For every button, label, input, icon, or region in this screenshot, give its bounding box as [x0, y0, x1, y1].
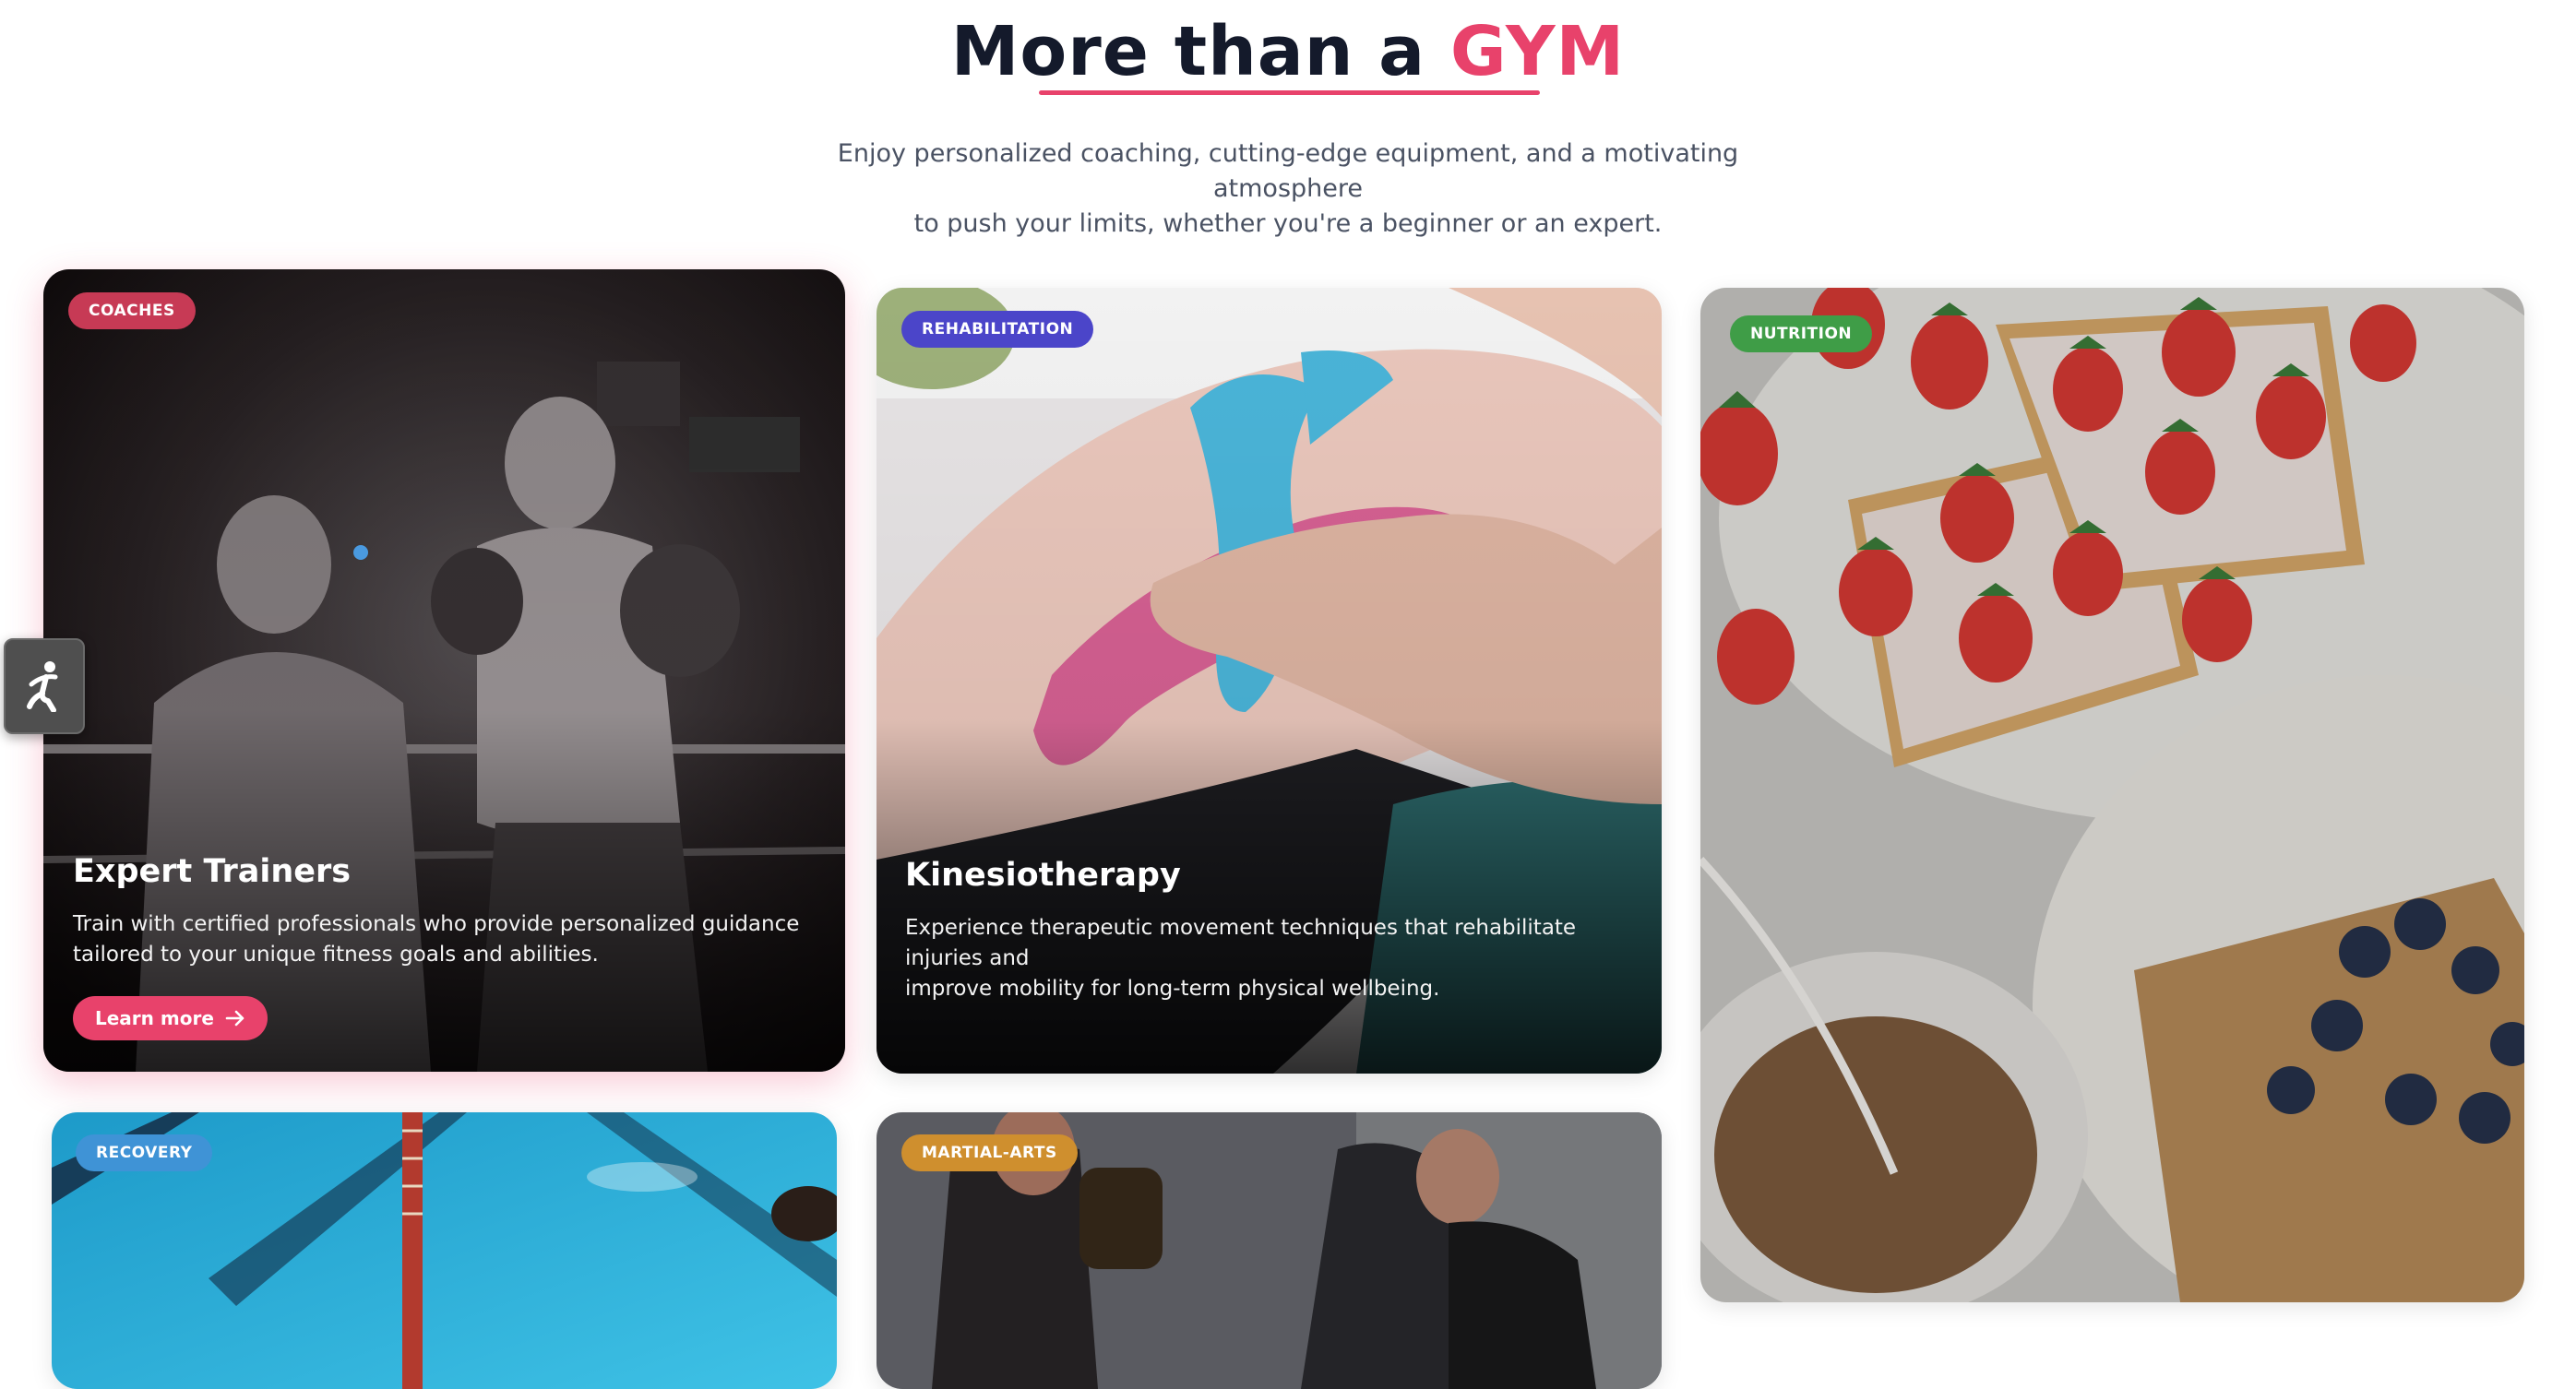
page-title: More than a GYM [0, 6, 2576, 98]
card-description: Experience therapeutic movement techniqu… [905, 913, 1643, 1004]
badge-rehabilitation: REHABILITATION [901, 311, 1094, 348]
card-coaches[interactable]: COACHES Expert Trainers Train with certi… [43, 269, 845, 1072]
hero-subtitle: Enjoy personalized coaching, cutting-edg… [781, 137, 1795, 242]
desc-line: Experience therapeutic movement techniqu… [905, 916, 1577, 970]
card-title: Kinesiotherapy [905, 857, 1181, 894]
desc-line: improve mobility for long-term physical … [905, 977, 1440, 1001]
card-nutrition[interactable]: NUTRITION [1700, 288, 2524, 1302]
card-title: Expert Trainers [73, 853, 352, 890]
badge-recovery: RECOVERY [76, 1134, 213, 1171]
subtitle-line: to push your limits, whether you're a be… [913, 209, 1663, 238]
badge-martial-arts: MARTIAL-ARTS [901, 1134, 1078, 1171]
card-martial-arts[interactable]: MARTIAL-ARTS [877, 1112, 1662, 1389]
badge-nutrition: NUTRITION [1730, 315, 1873, 352]
learn-more-button[interactable]: Learn more [73, 996, 268, 1040]
accessibility-widget[interactable] [4, 638, 85, 734]
card-description: Train with certified professionals who p… [73, 909, 811, 970]
title-accent: GYM [1449, 12, 1626, 91]
arrow-right-icon [225, 1010, 244, 1027]
card-recovery[interactable]: RECOVERY [52, 1112, 837, 1389]
title-underline [1039, 90, 1540, 95]
card-rehabilitation[interactable]: REHABILITATION Kinesiotherapy Experience… [877, 288, 1662, 1074]
desc-line: tailored to your unique fitness goals an… [73, 943, 599, 967]
title-main: More than a [950, 12, 1450, 91]
subtitle-line: Enjoy personalized coaching, cutting-edg… [837, 139, 1739, 203]
learn-more-label: Learn more [95, 1007, 214, 1029]
strawberry-toast-breakfast-photo [1700, 288, 2524, 1302]
desc-line: Train with certified professionals who p… [73, 912, 800, 936]
accessibility-person-icon [27, 661, 58, 712]
badge-coaches: COACHES [68, 292, 196, 329]
slider-dot[interactable] [353, 545, 368, 560]
